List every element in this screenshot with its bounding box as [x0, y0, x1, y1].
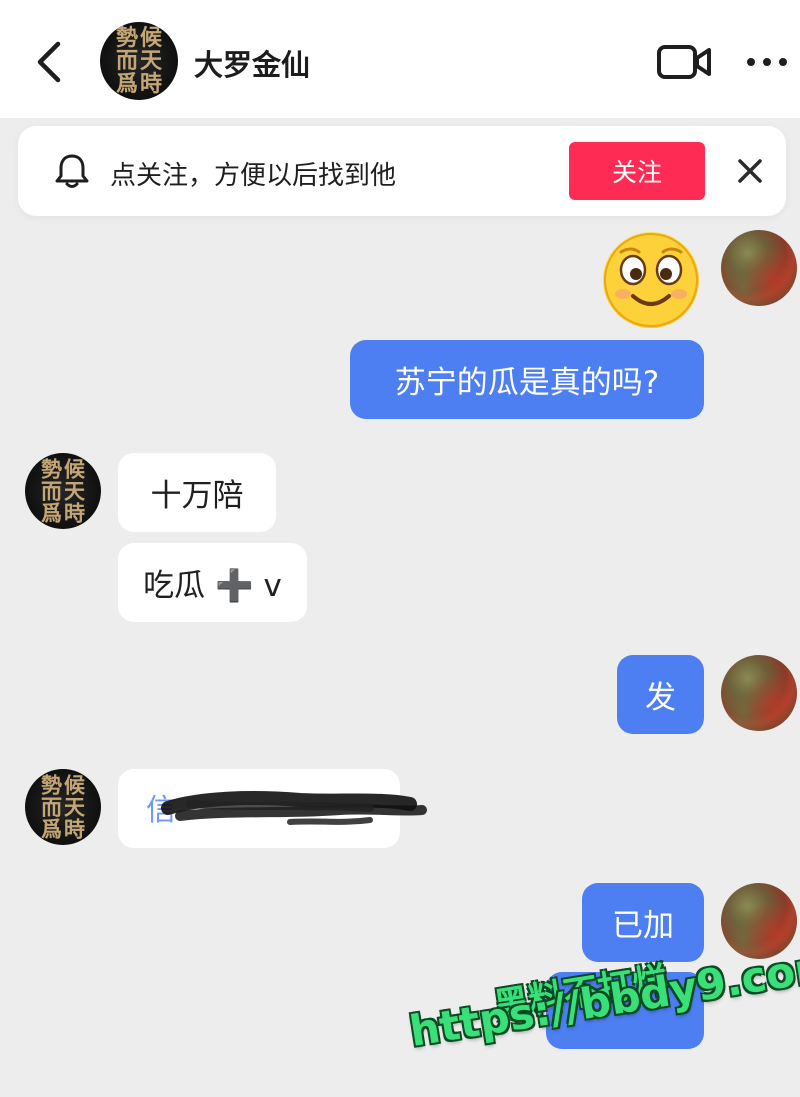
follow-prompt-text: 点关注，方便以后找到他: [110, 161, 397, 191]
follow-banner: 点关注，方便以后找到他 关注: [18, 126, 786, 216]
message-bubble-me[interactable]: 发: [617, 655, 704, 734]
my-avatar[interactable]: [721, 655, 797, 731]
bell-icon: [55, 154, 89, 188]
message-bubble-them[interactable]: 吃瓜 ➕ v: [118, 543, 307, 622]
my-avatar[interactable]: [721, 230, 797, 306]
avatar-calligraphy: 勢 候 而 天 爲 時: [115, 25, 163, 97]
contact-name[interactable]: 大罗金仙: [194, 42, 310, 84]
redaction-scribble: 信: [146, 791, 427, 827]
chevron-left-icon[interactable]: [30, 40, 70, 84]
more-dots-icon[interactable]: [742, 52, 792, 72]
message-bubble-me[interactable]: 已加: [582, 883, 704, 962]
smiling-face-emoji[interactable]: [603, 232, 699, 328]
contact-avatar[interactable]: 勢 候 而 天 爲 時: [25, 769, 101, 845]
chat-header: 勢 候 而 天 爲 時 大罗金仙: [0, 0, 800, 118]
message-bubble-them[interactable]: 十万陪: [118, 453, 276, 532]
contact-avatar[interactable]: 勢 候 而 天 爲 時: [100, 22, 178, 100]
video-camera-icon[interactable]: [656, 42, 712, 82]
avatar-calligraphy: 勢 候 而 天 爲 時: [41, 772, 85, 842]
close-icon[interactable]: [734, 155, 766, 187]
contact-avatar[interactable]: 勢 候 而 天 爲 時: [25, 453, 101, 529]
avatar-calligraphy: 勢 候 而 天 爲 時: [41, 456, 85, 526]
follow-button[interactable]: 关注: [569, 142, 705, 200]
message-bubble-me[interactable]: 苏宁的瓜是真的吗?: [350, 340, 704, 419]
